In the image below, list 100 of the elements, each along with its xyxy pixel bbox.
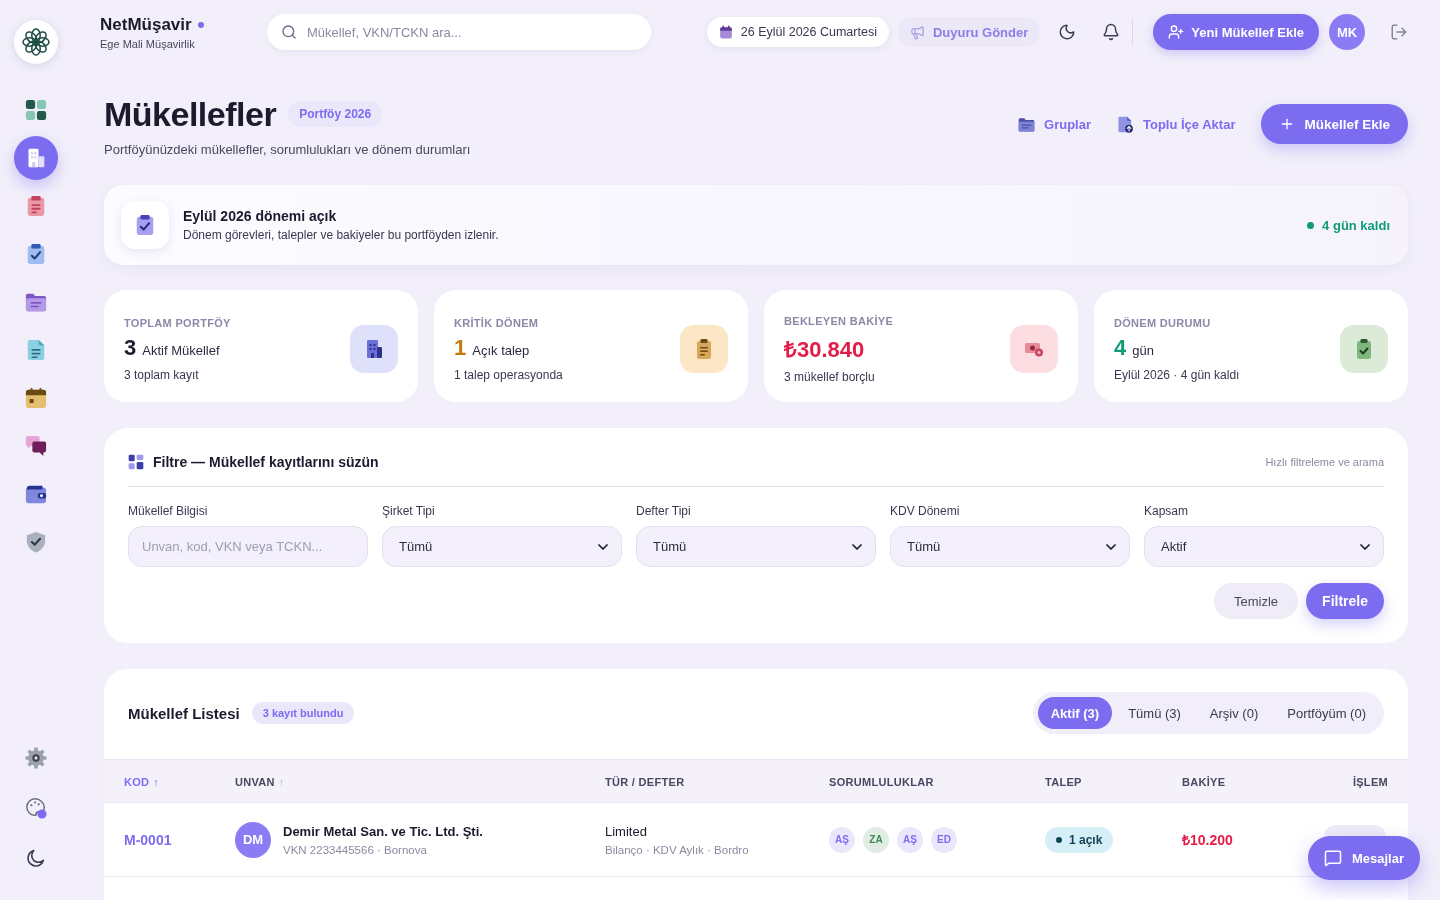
palette-icon[interactable] <box>25 797 47 819</box>
assignee-avatar: AŞ <box>829 826 855 853</box>
clipboard-check-icon <box>121 201 169 249</box>
banner-title: Eylül 2026 dönemi açık <box>183 208 338 224</box>
company-name: Demir Metal San. ve Tic. Ltd. Şti. <box>283 823 483 839</box>
sidebar-nav-item[interactable] <box>25 291 47 313</box>
column-header[interactable]: UNVAN ↑ <box>235 776 285 788</box>
new-taxpayer-button[interactable]: Yeni Mükellef Ekle <box>1153 14 1319 50</box>
sidebar-nav-item[interactable] <box>25 99 47 121</box>
stat-label: BEKLEYEN BAKİYE <box>784 314 894 327</box>
assignee-avatar: ZA <box>863 826 889 853</box>
sidebar-nav-item[interactable] <box>25 195 47 217</box>
clipboard-check-icon <box>1340 325 1388 373</box>
logout-icon[interactable] <box>1390 23 1408 41</box>
select-field[interactable]: Aktif <box>1144 526 1384 567</box>
taxpayer-code[interactable]: M-0001 <box>124 831 172 848</box>
clear-button[interactable]: Temizle <box>1214 583 1299 619</box>
field-label: KDV Dönemi <box>890 504 961 518</box>
sidebar-nav-item[interactable] <box>25 435 47 457</box>
list-tab[interactable]: Aktif (3) <box>1037 697 1113 729</box>
company-type: Limited <box>605 823 648 839</box>
list-title: Mükellef Listesi <box>128 704 240 722</box>
company-avatar: DM <box>235 821 271 858</box>
dark-mode-icon[interactable] <box>1058 23 1077 41</box>
logo-icon <box>21 27 51 57</box>
building-icon <box>350 325 398 373</box>
filter-button[interactable]: Filtrele <box>1306 583 1384 619</box>
list-tab[interactable]: Arşiv (0) <box>1196 697 1272 729</box>
clipboard-icon <box>25 195 47 217</box>
shield-check-icon <box>25 531 47 553</box>
field-label: Mükellef Bilgisi <box>128 504 209 518</box>
row-action-button[interactable] <box>1324 825 1386 837</box>
book-types: Bilanço · KDV Aylık · Bordro <box>605 843 750 856</box>
dot-icon <box>197 21 204 28</box>
select-field[interactable]: Tümü <box>636 526 876 567</box>
clipboard-check-icon <box>25 243 47 265</box>
messages-button[interactable]: Mesajlar <box>1307 836 1420 880</box>
stat-label: DÖNEM DURUMU <box>1114 316 1212 329</box>
status-dot-icon <box>1307 221 1315 229</box>
moon-icon[interactable] <box>25 847 47 869</box>
groups-link[interactable]: Gruplar <box>1018 115 1091 133</box>
logo-badge[interactable] <box>14 20 58 64</box>
document-icon <box>25 339 47 361</box>
select-field[interactable]: Tümü <box>382 526 622 567</box>
filter-title: Filtre — Mükellef kayıtlarını süzün <box>153 454 379 470</box>
filter-hint: Hızlı filtreleme ve arama <box>1265 456 1384 468</box>
field-label: Defter Tipi <box>636 504 692 518</box>
stat-label: TOPLAM PORTFÖY <box>124 316 231 329</box>
request-count: 1 açık <box>1069 832 1103 847</box>
search-field[interactable]: Mükellef, VKN/TCKN ara... <box>267 14 651 50</box>
user-plus-icon <box>1168 24 1185 40</box>
page-title: Mükellefler <box>104 94 277 134</box>
field-label: Kapsam <box>1144 504 1190 518</box>
sidebar-nav-item[interactable] <box>25 387 47 409</box>
stat-value: 3 <box>124 334 137 361</box>
sort-arrow: ↑ <box>278 776 285 788</box>
column-header: SORUMLULUKLAR <box>829 776 934 788</box>
sidebar-nav-item[interactable] <box>25 243 47 265</box>
user-avatar[interactable]: MK <box>1329 14 1365 50</box>
banknote-icon <box>1010 325 1058 373</box>
column-header: TALEP <box>1045 776 1082 788</box>
record-count-tag: 3 kayıt bulundu <box>251 702 355 724</box>
notification-bell-icon[interactable] <box>1102 23 1121 41</box>
list-tab[interactable]: Tümü (3) <box>1115 697 1194 729</box>
dashboard-icon <box>25 99 47 121</box>
list-tab[interactable]: Portföyüm (0) <box>1274 697 1379 729</box>
megaphone-icon <box>909 24 925 40</box>
balance-amount: ₺10.200 <box>1182 832 1233 848</box>
stat-value: 1 <box>454 334 467 361</box>
sidebar-nav-item[interactable] <box>25 483 47 505</box>
field-label: Şirket Tipi <box>382 504 436 518</box>
sidebar-nav-item[interactable] <box>25 339 47 361</box>
folder-icon <box>25 291 47 313</box>
page-subtitle: Portföyünüzdeki mükellefler, sorumlulukları ve dönem durumları <box>104 142 471 157</box>
select-field[interactable]: Tümü <box>890 526 1130 567</box>
settings-icon[interactable] <box>25 747 47 769</box>
banner-text: Dönem görevleri, talepler ve bakiyeler bu portföyden izlenir. <box>183 228 500 242</box>
brand-subtitle: Ege Mali Müşavirlik <box>100 37 196 50</box>
input-field[interactable]: Unvan, kod, VKN veya TCKN... <box>128 526 368 567</box>
year-tag: Portföy 2026 <box>288 101 383 127</box>
search-icon <box>281 24 297 40</box>
stat-note: 3 mükellef borçlu <box>784 369 876 384</box>
stat-unit: gün <box>1132 342 1154 358</box>
stat-note: 1 talep operasyonda <box>454 367 563 382</box>
wallet-icon <box>25 483 47 505</box>
import-link[interactable]: Toplu İçe Aktar <box>1117 115 1236 133</box>
clipboard-icon <box>680 325 728 373</box>
stat-unit: Açık talep <box>472 342 530 358</box>
stat-note: 3 toplam kayıt <box>124 367 200 382</box>
grid-icon <box>128 454 144 470</box>
sidebar-nav-item[interactable] <box>25 531 47 553</box>
file-upload-icon <box>1117 115 1134 133</box>
add-taxpayer-button[interactable]: Mükellef Ekle <box>1261 104 1408 144</box>
chat-bubbles-icon <box>25 435 47 457</box>
stat-value: 4 <box>1114 334 1127 361</box>
announce-button[interactable]: Duyuru Gönder <box>897 17 1041 47</box>
company-details: VKN 2233445566 · Bornova <box>283 843 428 856</box>
chat-icon <box>1323 849 1342 867</box>
sort-arrow: ↑ <box>153 776 160 788</box>
column-header[interactable]: KOD ↑ <box>124 776 160 788</box>
